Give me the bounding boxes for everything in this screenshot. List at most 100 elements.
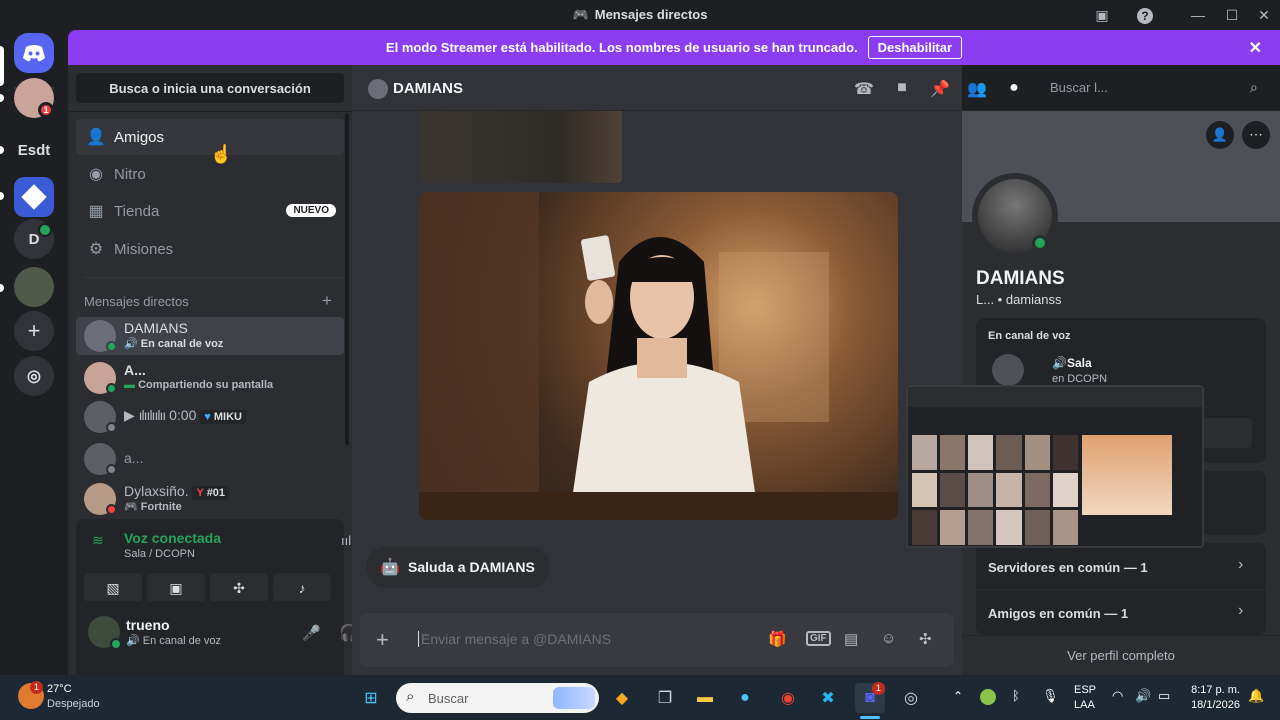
screen-share-icon: ▬ xyxy=(124,379,135,391)
dm-name: DAMIANS xyxy=(124,320,188,336)
server-avatar-2[interactable] xyxy=(14,267,54,307)
pin-icon[interactable]: 📌 xyxy=(930,79,950,99)
wifi-icon[interactable]: ◠ xyxy=(1112,688,1123,704)
gift-icon[interactable]: 🎁 xyxy=(768,630,787,648)
conversation-search-button[interactable]: Busca o inicia una conversación xyxy=(76,73,344,103)
bluetooth-icon[interactable]: ᛒ xyxy=(1012,688,1020,703)
nav-quests[interactable]: ⚙ Misiones xyxy=(76,231,344,267)
disable-streamer-button[interactable]: Deshabilitar xyxy=(867,36,963,59)
obs-icon[interactable]: ◎ xyxy=(896,683,926,713)
user-profile-icon[interactable]: ● xyxy=(1004,79,1024,99)
dm-item[interactable]: DAMIANS 🔊 En canal de voz xyxy=(76,317,344,355)
screen-share-button[interactable]: ▣ xyxy=(147,573,205,603)
notifications-icon[interactable]: 🔔 xyxy=(1248,688,1264,704)
add-attachment-icon[interactable]: + xyxy=(376,627,389,653)
offline-status-icon xyxy=(106,464,117,475)
wave-button[interactable]: 🤖 Saluda a DAMIANS xyxy=(366,546,550,588)
dm-item[interactable]: ▶ ılıılıılıı 0:00 ♥ MIKU xyxy=(76,398,344,436)
message-input[interactable]: Enviar mensaje a @DAMIANS xyxy=(418,631,611,647)
profile-username: L... • damianss xyxy=(976,292,1062,307)
lang-1[interactable]: ESP xyxy=(1074,684,1096,696)
inbox-icon[interactable]: ▣ xyxy=(1090,4,1114,26)
play-icon[interactable]: ▶ xyxy=(124,407,135,423)
close-window-button[interactable]: ✕ xyxy=(1252,4,1276,26)
start-icon[interactable]: ⊞ xyxy=(356,683,386,713)
minimize-button[interactable]: — xyxy=(1186,4,1210,26)
chevron-up-icon[interactable]: ⌃ xyxy=(953,689,963,703)
mic-tray-icon[interactable]: 🎙 xyxy=(1042,688,1059,704)
close-icon[interactable]: ✕ xyxy=(1249,38,1262,58)
screen-share-preview[interactable] xyxy=(906,385,1204,548)
microphone-icon[interactable]: 🎤 xyxy=(302,624,321,642)
chrome-icon[interactable]: ◉ xyxy=(773,683,803,713)
clock-date[interactable]: 18/1/2026 xyxy=(1184,699,1240,711)
voice-card-header: En canal de voz xyxy=(988,330,1071,342)
dm-item[interactable]: a... xyxy=(76,440,344,478)
chat-title: DAMIANS xyxy=(393,80,463,97)
create-dm-icon[interactable]: + xyxy=(322,291,332,311)
apps-icon[interactable]: ✣ xyxy=(919,630,932,648)
task-view-icon[interactable]: ❐ xyxy=(650,683,680,713)
add-friends-icon[interactable]: 👥 xyxy=(967,79,987,99)
help-icon[interactable]: ? xyxy=(1133,4,1157,26)
soundboard-button[interactable]: ♪ xyxy=(273,573,331,603)
preview-image-grid xyxy=(912,435,1078,545)
divider xyxy=(84,277,344,278)
voice-server-icon xyxy=(992,354,1024,386)
voice-card-channel[interactable]: 🔊Sala xyxy=(1052,356,1092,370)
emoji-icon[interactable]: ☺ xyxy=(881,630,896,647)
copilot-icon[interactable]: ◆ xyxy=(607,683,637,713)
app-bulb-icon[interactable]: ● xyxy=(730,683,760,713)
voice-channel[interactable]: Sala / DCOPN xyxy=(124,548,195,560)
servers-in-common[interactable]: Servidores en común — 1 xyxy=(988,560,1148,575)
view-full-profile-link[interactable]: Ver perfil completo xyxy=(962,648,1280,663)
sticker-icon[interactable]: ▤ xyxy=(844,630,858,648)
weather-desc[interactable]: Despejado xyxy=(47,698,100,710)
friends-in-common[interactable]: Amigos en común — 1 xyxy=(988,606,1128,621)
dm-name: a... xyxy=(124,450,144,466)
server-cube-icon[interactable] xyxy=(14,177,54,217)
clan-tag: Y #01 xyxy=(192,486,230,500)
camera-button[interactable]: ▧ xyxy=(84,573,142,603)
dm-item[interactable]: A... ▬ Compartiendo su pantalla xyxy=(76,359,344,397)
weather-temp[interactable]: 27°C xyxy=(47,683,72,695)
server-esdt[interactable]: Esdt xyxy=(14,130,54,170)
server-rail: 1 Esdt D + ◎ xyxy=(0,30,68,675)
chat-area: DAMIANS ☎ ■ 📌 👥 ● Buscar l... ⌕ 🤖 Saluda… xyxy=(352,65,1280,675)
scrollbar[interactable] xyxy=(345,113,349,445)
voice-active-icon xyxy=(38,223,52,237)
chevron-right-icon[interactable]: › xyxy=(1238,602,1243,620)
file-explorer-icon[interactable]: ▬ xyxy=(690,683,720,713)
nav-label: Tienda xyxy=(114,202,160,220)
new-badge: NUEVO xyxy=(286,204,336,217)
dm-item[interactable]: Dylaxsiño. Y #01 🎮 Fortnite xyxy=(76,480,344,518)
maximize-button[interactable]: ☐ xyxy=(1220,4,1244,26)
voice-call-icon[interactable]: ☎ xyxy=(854,79,874,99)
add-server-icon[interactable]: + xyxy=(14,311,54,351)
activities-button[interactable]: ✣ xyxy=(210,573,268,603)
username[interactable]: trueno xyxy=(126,617,170,633)
signal-icon[interactable]: ≋ xyxy=(92,532,104,549)
voice-status[interactable]: Voz conectada xyxy=(124,530,221,546)
image-attachment[interactable] xyxy=(419,192,898,520)
add-friend-icon[interactable]: 👤 xyxy=(1206,121,1234,149)
nav-shop[interactable]: ▦ Tienda NUEVO xyxy=(76,193,344,229)
battery-icon[interactable]: ▭ xyxy=(1158,688,1170,704)
clock-time[interactable]: 8:17 p. m. xyxy=(1184,684,1240,696)
header-search-input[interactable]: Buscar l... xyxy=(1042,75,1278,101)
dm-sub: 🎮 Fortnite xyxy=(124,501,182,513)
previous-image[interactable] xyxy=(420,111,622,183)
taskbar-search[interactable]: ⌕ Buscar xyxy=(396,683,599,713)
chevron-right-icon[interactable]: › xyxy=(1238,556,1243,574)
discord-home-icon[interactable] xyxy=(14,33,54,73)
more-icon[interactable]: ⋯ xyxy=(1242,121,1270,149)
unread-pill xyxy=(0,284,4,292)
tray-app-icon[interactable] xyxy=(980,689,996,705)
clan-icon: Y xyxy=(196,487,204,499)
app-x-icon[interactable]: ✖ xyxy=(813,683,843,713)
explore-icon[interactable]: ◎ xyxy=(14,356,54,396)
gif-icon[interactable]: GIF xyxy=(806,631,831,646)
lang-2[interactable]: LAA xyxy=(1074,699,1095,711)
volume-icon[interactable]: 🔊 xyxy=(1135,688,1151,704)
video-call-icon[interactable]: ■ xyxy=(892,79,912,99)
